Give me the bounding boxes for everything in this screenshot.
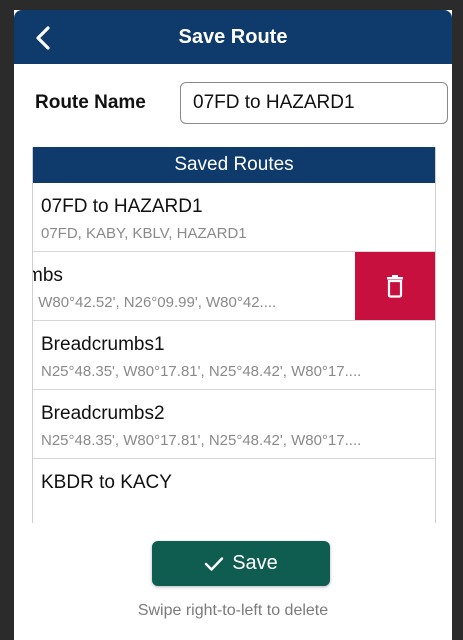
delete-route-button[interactable] <box>355 252 435 320</box>
swipe-hint: Swipe right-to-left to delete <box>137 602 329 619</box>
trash-icon <box>387 275 403 298</box>
route-item-name: KBDR to KACY <box>41 472 172 493</box>
save-button-label: Save <box>232 552 278 574</box>
device-bezel-left <box>0 0 14 640</box>
dialog-header: Save Route <box>14 10 452 64</box>
checkmark-icon <box>205 556 224 571</box>
save-route-dialog: Save Route Route Name Saved Routes 07FD … <box>14 10 452 632</box>
route-item-name: 07FD to HAZARD1 <box>41 196 203 217</box>
device-bezel-right <box>452 0 463 640</box>
route-item-name: mbs <box>33 265 63 286</box>
route-name-input[interactable] <box>180 82 448 124</box>
saved-routes-header: Saved Routes <box>33 147 435 183</box>
save-button[interactable]: Save <box>152 541 330 586</box>
route-item-detail: 07FD, KABY, KBLV, HAZARD1 <box>41 225 247 242</box>
route-item[interactable]: KBDR to KACY <box>33 459 435 499</box>
route-item[interactable]: Breadcrumbs2 N25°48.35', W80°17.81', N25… <box>33 390 435 459</box>
route-item-name: Breadcrumbs2 <box>41 403 165 424</box>
route-item-detail: ', W80°42.52', N26°09.99', W80°42.... <box>33 294 277 311</box>
route-item[interactable]: 07FD to HAZARD1 07FD, KABY, KBLV, HAZARD… <box>33 183 435 252</box>
route-name-label: Route Name <box>35 92 146 113</box>
route-item-detail: N25°48.35', W80°17.81', N25°48.42', W80°… <box>41 432 362 449</box>
route-item[interactable]: Breadcrumbs1 N25°48.35', W80°17.81', N25… <box>33 321 435 390</box>
route-item-name: Breadcrumbs1 <box>41 334 165 355</box>
device-bezel-top <box>0 0 463 10</box>
route-item-detail: N25°48.35', W80°17.81', N25°48.42', W80°… <box>41 363 362 380</box>
route-item-swiped[interactable]: mbs ', W80°42.52', N26°09.99', W80°42...… <box>33 252 435 321</box>
saved-routes-list: Saved Routes 07FD to HAZARD1 07FD, KABY,… <box>32 147 436 523</box>
dialog-title: Save Route <box>178 26 288 48</box>
